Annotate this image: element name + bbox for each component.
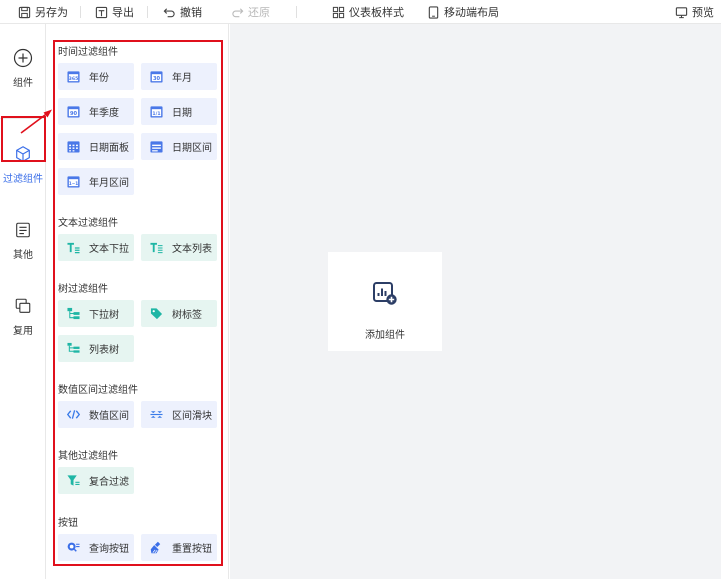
rail-item-label: 复用 (13, 326, 33, 337)
export-button[interactable]: 导出 (95, 0, 134, 24)
mobile-layout-button[interactable]: 移动端布局 (427, 0, 499, 24)
toolbar-divider (147, 6, 148, 18)
mobile-icon (427, 5, 440, 19)
redo-label: 还原 (248, 6, 270, 19)
redo-icon (231, 6, 244, 19)
preview-button[interactable]: 预览 (675, 0, 714, 24)
redo-button[interactable]: 还原 (231, 0, 270, 24)
toolbar-divider (296, 6, 297, 18)
export-icon (95, 6, 108, 19)
dashboard-canvas[interactable] (230, 24, 721, 579)
rail-item-label: 其他 (13, 250, 33, 261)
preview-label: 预览 (692, 6, 714, 19)
document-icon (13, 220, 33, 240)
dashboard-style-label: 仪表板样式 (349, 6, 404, 19)
plus-circle-icon (13, 48, 33, 68)
rail-item-components[interactable]: 组件 (0, 48, 46, 89)
grid-icon (332, 6, 345, 19)
undo-label: 撤销 (180, 6, 202, 19)
save-as-label: 另存为 (35, 6, 68, 19)
rail-item-label: 过滤组件 (3, 174, 43, 185)
mobile-layout-label: 移动端布局 (444, 6, 499, 19)
monitor-icon (675, 6, 688, 19)
export-label: 导出 (112, 6, 134, 19)
undo-icon (163, 6, 176, 19)
save-as-button[interactable]: 另存为 (18, 0, 68, 24)
left-rail: 组件 过滤组件 其他 复用 (0, 24, 46, 579)
toolbar: 另存为 导出 撤销 还原 仪表板样式 移动端布局 预览 (0, 0, 721, 24)
rail-item-reuse[interactable]: 复用 (0, 296, 46, 337)
panel-highlight-box (53, 40, 223, 566)
chart-add-icon (373, 282, 397, 305)
add-component-card[interactable]: 添加组件 (328, 252, 442, 351)
toolbar-divider (80, 6, 81, 18)
dashboard-style-button[interactable]: 仪表板样式 (332, 0, 404, 24)
undo-button[interactable]: 撤销 (163, 0, 202, 24)
save-icon (18, 6, 31, 19)
copy-icon (13, 296, 33, 316)
rail-item-other[interactable]: 其他 (0, 220, 46, 261)
rail-item-label: 组件 (13, 78, 33, 89)
rail-highlight-box (1, 116, 46, 162)
add-component-label: 添加组件 (365, 330, 405, 341)
